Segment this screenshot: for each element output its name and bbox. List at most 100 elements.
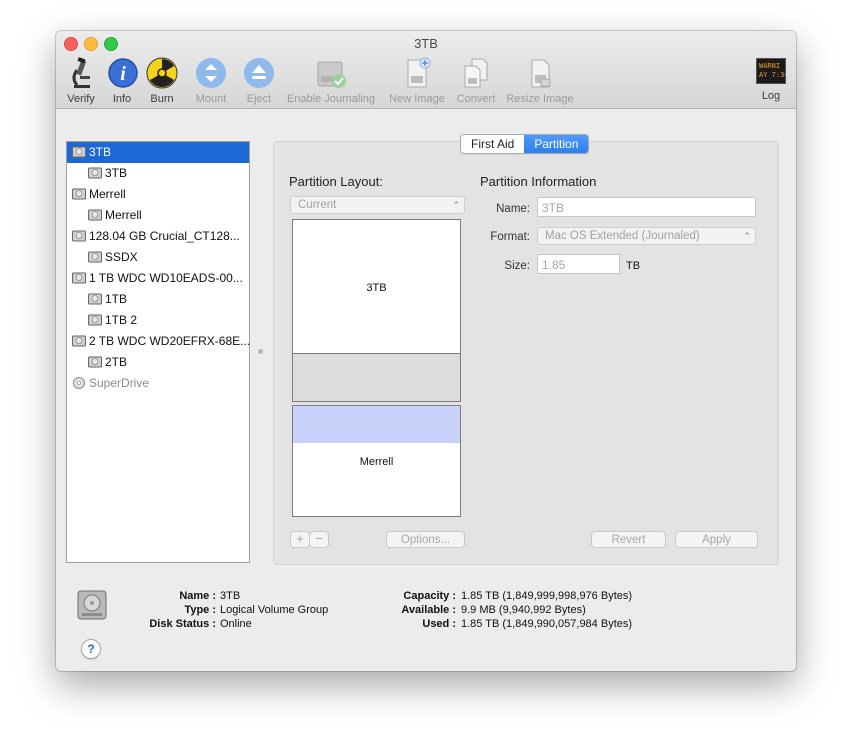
enable-journaling-label: Enable Journaling xyxy=(286,93,376,105)
mount-label: Mount xyxy=(195,93,227,105)
sidebar-item-3tb-volume-group[interactable]: 3TB xyxy=(67,142,249,163)
sidebar-item-label: 1 TB WDC WD10EADS-00... xyxy=(89,271,243,285)
mode-tabs: First Aid Partition xyxy=(460,134,590,154)
sidebar-item-superdrive[interactable]: SuperDrive xyxy=(67,373,249,394)
help-button[interactable]: ? xyxy=(81,639,101,659)
name-field[interactable]: 3TB xyxy=(537,197,756,217)
used-info-key: Used : xyxy=(422,618,456,630)
tab-first-aid[interactable]: First Aid xyxy=(461,135,524,153)
sidebar-item-1tb-2-volume[interactable]: 1TB 2 xyxy=(67,310,249,331)
hard-drive-icon xyxy=(72,272,86,284)
size-field[interactable]: 1.85 xyxy=(537,254,620,274)
partition-map: 3TB Merrell xyxy=(292,219,461,517)
sidebar-item-2tb-volume[interactable]: 2TB xyxy=(67,352,249,373)
sidebar-item-label: Merrell xyxy=(105,208,142,222)
sidebar-item-1tb-volume[interactable]: 1TB xyxy=(67,289,249,310)
hard-drive-icon xyxy=(72,146,86,158)
disk-list-sidebar[interactable]: 3TB 3TB Merrell Merrell 128.04 GB Crucia… xyxy=(66,141,250,563)
partition-block-3tb[interactable]: 3TB xyxy=(292,219,461,355)
log-label: Log xyxy=(761,90,781,102)
burn-button[interactable]: Burn xyxy=(144,56,180,105)
sidebar-item-ssdx-volume[interactable]: SSDX xyxy=(67,247,249,268)
partition-block-merrell[interactable]: Merrell xyxy=(292,405,461,517)
size-unit-label: TB xyxy=(626,260,641,272)
sidebar-item-wd20-disk[interactable]: 2 TB WDC WD20EFRX-68E... xyxy=(67,331,249,352)
sidebar-item-merrell-disk[interactable]: Merrell xyxy=(67,184,249,205)
partition-block-label: 3TB xyxy=(366,282,387,294)
sidebar-item-label: SuperDrive xyxy=(89,376,150,390)
capacity-info-key: Capacity : xyxy=(403,590,456,602)
partition-layout-popup[interactable]: Current ⌃ xyxy=(290,196,465,214)
verify-label: Verify xyxy=(67,93,95,105)
enable-journaling-button[interactable]: Enable Journaling xyxy=(282,56,380,105)
name-info-key: Name : xyxy=(179,590,216,602)
sidebar-item-label: 3TB xyxy=(105,166,128,180)
sidebar-item-label: 3TB xyxy=(89,145,112,159)
size-field-label: Size: xyxy=(504,260,530,272)
window-title: 3TB xyxy=(414,36,438,51)
tab-partition[interactable]: Partition xyxy=(524,135,589,153)
hard-drive-icon xyxy=(72,188,86,200)
sidebar-item-label: SSDX xyxy=(105,250,138,264)
hard-drive-icon xyxy=(88,356,102,368)
info-icon: i xyxy=(108,58,138,88)
partition-used-fill xyxy=(293,406,460,443)
popup-arrows-icon: ⌃ xyxy=(452,200,460,210)
name-field-label: Name: xyxy=(496,203,530,215)
titlebar: 3TB Verify i Info Burn Mount Eject Enabl… xyxy=(56,31,796,109)
hard-drive-icon xyxy=(88,209,102,221)
resize-image-button[interactable]: Resize Image xyxy=(502,56,578,105)
partition-free-space xyxy=(292,353,461,402)
sidebar-item-label: 2TB xyxy=(105,355,128,369)
sidebar-item-wd10-disk[interactable]: 1 TB WDC WD10EADS-00... xyxy=(67,268,249,289)
hard-drive-icon xyxy=(88,314,102,326)
hard-drive-icon xyxy=(72,230,86,242)
popup-arrows-icon: ⌃ xyxy=(743,231,751,241)
info-button[interactable]: i Info xyxy=(106,56,138,105)
sidebar-item-label: 128.04 GB Crucial_CT128... xyxy=(89,229,240,243)
add-partition-button[interactable]: + xyxy=(290,531,310,548)
apply-button[interactable]: Apply xyxy=(675,531,758,548)
partition-layout-title: Partition Layout: xyxy=(289,174,383,189)
sidebar-item-crucial-disk[interactable]: 128.04 GB Crucial_CT128... xyxy=(67,226,249,247)
new-image-icon xyxy=(407,57,431,88)
selected-disk-icon xyxy=(77,590,107,620)
burn-label: Burn xyxy=(150,93,174,105)
sidebar-item-3tb-volume[interactable]: 3TB xyxy=(67,163,249,184)
available-info-value: 9.9 MB (9,940,992 Bytes) xyxy=(461,604,586,616)
split-view-handle[interactable] xyxy=(258,349,263,354)
format-popup-value: Mac OS Extended (Journaled) xyxy=(545,230,700,242)
mount-button[interactable]: Mount xyxy=(192,56,230,105)
used-info-value: 1.85 TB (1,849,990,057,984 Bytes) xyxy=(461,618,633,630)
eject-button[interactable]: Eject xyxy=(241,56,277,105)
optical-disc-icon xyxy=(73,377,85,389)
type-info-key: Type : xyxy=(184,604,216,616)
sidebar-item-label: 1TB 2 xyxy=(105,313,138,327)
eject-icon xyxy=(244,58,274,88)
convert-icon xyxy=(464,58,488,88)
options-button[interactable]: Options... xyxy=(386,531,465,548)
microscope-icon xyxy=(72,57,90,88)
new-image-button[interactable]: New Image xyxy=(384,56,450,105)
log-button[interactable]: WARNI AY 7:36 Log xyxy=(753,56,789,102)
available-info-key: Available : xyxy=(401,604,456,616)
remove-partition-button[interactable]: − xyxy=(309,531,329,548)
sidebar-item-label: 2 TB WDC WD20EFRX-68E... xyxy=(89,334,249,348)
mount-icon xyxy=(196,58,226,88)
revert-button[interactable]: Revert xyxy=(591,531,666,548)
sidebar-item-merrell-volume[interactable]: Merrell xyxy=(67,205,249,226)
svg-text:i: i xyxy=(120,63,126,85)
type-info-value: Logical Volume Group xyxy=(220,604,329,616)
format-popup[interactable]: Mac OS Extended (Journaled) ⌃ xyxy=(537,227,756,245)
partition-layout-popup-value: Current xyxy=(298,199,337,211)
convert-button[interactable]: Convert xyxy=(452,56,500,105)
sidebar-item-label: Merrell xyxy=(89,187,126,201)
eject-label: Eject xyxy=(246,93,272,105)
verify-button[interactable]: Verify xyxy=(63,56,99,105)
sidebar-item-label: 1TB xyxy=(105,292,128,306)
resize-image-label: Resize Image xyxy=(506,93,574,105)
status-info-value: Online xyxy=(220,618,252,630)
hard-drive-icon xyxy=(88,251,102,263)
hard-drive-icon xyxy=(72,335,86,347)
radiation-icon xyxy=(146,57,178,89)
